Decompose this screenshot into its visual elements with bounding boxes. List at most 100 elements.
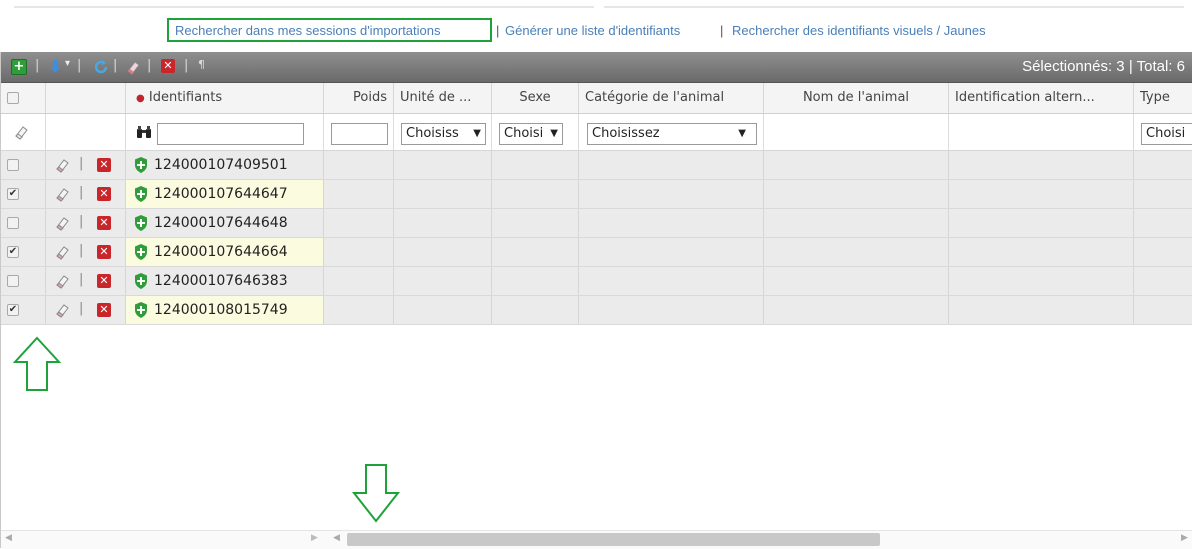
row-data-cell	[324, 238, 394, 266]
row-data-cell	[324, 296, 394, 324]
link-separator: |	[496, 23, 500, 38]
arrow-down-icon	[351, 464, 401, 523]
add-icon[interactable]: +	[11, 59, 27, 75]
unite-select[interactable]: Choisiss ▼	[401, 123, 486, 145]
row-id-cell: 124000107644648	[126, 209, 324, 237]
categorie-select[interactable]: Choisissez ▼	[587, 123, 757, 145]
header-categorie[interactable]: Catégorie de l'animal	[579, 83, 764, 113]
eraser-icon[interactable]	[54, 244, 70, 260]
table-row[interactable]: ✔ | ✕ 124000107644664	[1, 238, 1192, 267]
row-id-cell: 124000107646383	[126, 267, 324, 295]
select-all-checkbox[interactable]	[7, 92, 19, 104]
header-identification[interactable]: Identification altern...	[949, 83, 1134, 113]
selection-status: Sélectionnés: 3 | Total: 6	[1022, 58, 1185, 75]
horizontal-scrollbar[interactable]: ◀ ▶ ◀ ▶	[1, 530, 1192, 549]
scrollbar-thumb[interactable]	[347, 533, 880, 546]
type-select[interactable]: Choisi	[1141, 123, 1192, 145]
header-poids[interactable]: Poids	[324, 83, 394, 113]
delete-icon[interactable]: ✕	[161, 59, 175, 73]
row-actions-cell: | ✕	[46, 209, 126, 237]
table-row[interactable]: | ✕ 124000107646383	[1, 267, 1192, 296]
header-select-all	[1, 83, 46, 113]
row-data-cell	[492, 296, 579, 324]
delete-icon[interactable]: ✕	[97, 216, 111, 230]
table-row[interactable]: | ✕ 124000107409501	[1, 151, 1192, 180]
row-checkbox[interactable]: ✔	[7, 304, 19, 316]
row-id-cell: 124000108015749	[126, 296, 324, 324]
delete-icon[interactable]: ✕	[97, 187, 111, 201]
row-checkbox[interactable]: ✔	[7, 188, 19, 200]
grid-rows: | ✕ 124000107409501 ✔ | ✕ 124000107644647 | ✕ 124…	[1, 151, 1192, 325]
row-actions-cell: | ✕	[46, 151, 126, 179]
row-checkbox[interactable]	[7, 159, 19, 171]
row-checkbox[interactable]	[7, 217, 19, 229]
row-checkbox[interactable]	[7, 275, 19, 287]
paragraph-icon[interactable]: ¶	[198, 58, 205, 71]
row-data-cell	[949, 296, 1134, 324]
header-identifiants[interactable]: ● Identifiants	[126, 83, 324, 113]
poids-filter-input[interactable]	[331, 123, 388, 145]
scroll-left-icon[interactable]: ◀	[5, 533, 12, 543]
row-data-cell	[949, 267, 1134, 295]
header-sexe[interactable]: Sexe	[492, 83, 579, 113]
delete-icon[interactable]: ✕	[97, 245, 111, 259]
delete-icon[interactable]: ✕	[97, 303, 111, 317]
delete-icon[interactable]: ✕	[97, 158, 111, 172]
header-unite[interactable]: Unité de ...	[394, 83, 492, 113]
row-data-cell	[492, 151, 579, 179]
download-icon[interactable]	[47, 59, 63, 75]
refresh-icon[interactable]	[93, 59, 109, 75]
link-separator: |	[720, 23, 724, 38]
row-data-cell	[492, 267, 579, 295]
row-data-cell	[764, 180, 949, 208]
row-id-cell: 124000107644664	[126, 238, 324, 266]
eraser-icon[interactable]	[54, 302, 70, 318]
row-data-cell	[579, 180, 764, 208]
chevron-down-icon[interactable]: ▾	[65, 58, 70, 69]
arrow-up-icon	[12, 336, 62, 391]
row-actions-cell: | ✕	[46, 267, 126, 295]
shield-plus-icon	[135, 186, 147, 202]
identifiant-search-input[interactable]	[157, 123, 304, 145]
row-data-cell	[764, 151, 949, 179]
link-import-sessions[interactable]: Rechercher dans mes sessions d'importati…	[175, 23, 441, 38]
filter-row: Choisiss ▼ Choisi ▼ Choisissez ▼ Choisi	[1, 114, 1192, 151]
scroll-right-icon[interactable]: ▶	[1181, 533, 1188, 543]
row-data-cell	[949, 151, 1134, 179]
select-value: Choisissez	[592, 126, 660, 141]
eraser-icon[interactable]	[54, 186, 70, 202]
eraser-icon[interactable]	[54, 273, 70, 289]
row-checkbox[interactable]: ✔	[7, 246, 19, 258]
row-data-cell	[949, 209, 1134, 237]
data-grid: + | ▾ | | | ✕ | ¶ Sélectionnés: 3 | Tota…	[0, 52, 1192, 549]
eraser-icon[interactable]	[54, 157, 70, 173]
eraser-icon[interactable]	[54, 215, 70, 231]
eraser-icon[interactable]	[13, 124, 29, 140]
table-row[interactable]: | ✕ 124000107644648	[1, 209, 1192, 238]
dropdown-arrow-icon: ▼	[473, 128, 481, 139]
table-row[interactable]: ✔ | ✕ 124000107644647	[1, 180, 1192, 209]
link-generate-list[interactable]: Générer une liste d'identifiants	[505, 23, 680, 38]
row-data-cell	[324, 151, 394, 179]
binoculars-icon[interactable]	[136, 125, 152, 139]
row-data-cell	[394, 238, 492, 266]
scroll-right-icon[interactable]: ▶	[311, 533, 318, 543]
scroll-left-icon[interactable]: ◀	[333, 533, 340, 543]
eraser-icon[interactable]	[125, 59, 141, 75]
row-data-cell	[579, 238, 764, 266]
dropdown-arrow-icon: ▼	[550, 128, 558, 139]
toolbar-separator: |	[147, 58, 152, 73]
row-data-cell	[492, 238, 579, 266]
sexe-select[interactable]: Choisi ▼	[499, 123, 563, 145]
filter-clear-cell	[1, 114, 46, 150]
filter-identification-cell	[949, 114, 1134, 150]
row-data-cell	[1134, 267, 1192, 295]
select-value: Choisi	[1146, 126, 1186, 141]
filter-empty-cell	[46, 114, 126, 150]
delete-icon[interactable]: ✕	[97, 274, 111, 288]
header-nom[interactable]: Nom de l'animal	[764, 83, 949, 113]
header-type[interactable]: Type	[1134, 83, 1192, 113]
table-row[interactable]: ✔ | ✕ 124000108015749	[1, 296, 1192, 325]
row-actions-cell: | ✕	[46, 296, 126, 324]
link-visual-search[interactable]: Rechercher des identifiants visuels / Ja…	[732, 23, 986, 38]
